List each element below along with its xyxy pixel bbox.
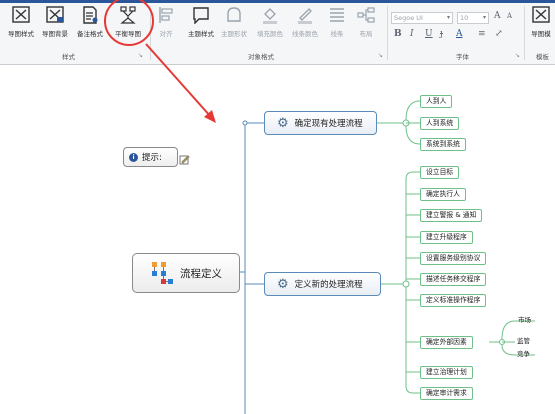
subtopic[interactable]: 描述任务移交程序 [420,273,487,286]
align-icon [159,7,173,23]
line-color-button[interactable]: 线条颜色 [289,6,321,46]
topic-shape-button[interactable]: 主题形状 [218,6,250,46]
subtopic[interactable]: 确定执行人 [420,188,466,201]
line-button[interactable]: 线条 [325,6,349,46]
map-background-label: 导图背景 [42,30,68,38]
topic-shape-icon [227,7,241,22]
map-template-icon [532,6,550,23]
shrink-font-button[interactable]: A [507,12,512,20]
subtopic[interactable]: 人到人 [420,95,453,108]
subtopic[interactable]: 设立目标 [420,166,460,179]
subtopic[interactable]: 设置服务级别协议 [420,252,487,265]
object-format-group-launcher-icon[interactable]: ↘ [378,52,383,59]
topic-style-label: 主题样式 [188,30,214,38]
note-format-label: 备注格式 [77,30,103,38]
leaf-topic[interactable]: 竞争 [517,348,530,358]
ribbon-accent-bar [0,0,555,3]
line-weight-icon [330,8,344,22]
group-label-style: 样式 [62,53,75,61]
leaf-topic[interactable]: 市场 [518,314,531,324]
fill-color-label: 填充颜色 [257,30,283,38]
underline-button[interactable]: U [425,29,433,39]
layout-icon [357,7,375,23]
map-background-button[interactable]: 导图背景 [40,6,70,46]
line-color-label: 线条颜色 [292,30,318,38]
font-family-value: Segoe UI [394,14,423,22]
font-color-button[interactable]: A [456,29,463,39]
note-format-button[interactable]: 备注格式 [75,6,105,46]
font-size-select[interactable]: 10 ▾ [457,12,489,24]
branch-topic[interactable]: ⚙ 确定现有处理流程 [264,111,377,135]
branch-topic-label: 定义新的处理流程 [294,280,363,290]
group-label-object-format: 对象格式 [248,53,274,61]
chevron-down-icon: ▾ [482,14,486,21]
tip-label: 提示: [142,153,162,163]
central-topic-label: 流程定义 [180,267,222,280]
italic-button[interactable]: I [410,29,414,39]
align-label: 对齐 [159,30,173,38]
layout-button[interactable]: 布局 [354,6,378,46]
grow-font-button[interactable]: A [494,11,501,21]
map-background-icon [46,6,64,23]
org-chart-icon [152,262,173,284]
tip-callout[interactable]: i 提示: [123,147,178,167]
font-family-select[interactable]: Segoe UI ▾ [391,12,453,24]
text-direction-button[interactable]: ⤢ [495,29,503,39]
topic-shape-label: 主题形状 [221,30,247,38]
paint-bucket-icon [263,8,277,24]
highlight-circle [104,0,154,46]
topic-style-icon [193,7,209,24]
line-label: 线条 [330,30,344,38]
map-style-icon [12,6,30,23]
ribbon-toolbar: 导图样式 导图背景 备注格式 平衡导图 样式 ↘ 对齐 主题样式 主题形状 填充… [0,0,555,65]
align-text-button[interactable]: ≡ [478,29,486,39]
info-icon: i [129,152,138,162]
layout-label: 布局 [359,30,373,38]
style-group-launcher-icon[interactable]: ↘ [138,52,143,59]
group-separator [524,6,525,60]
chevron-down-icon: ▾ [446,14,450,21]
subtopic[interactable]: 人到系统 [420,117,460,130]
font-group-launcher-icon[interactable]: ↘ [515,52,520,59]
leaf-topic[interactable]: 监管 [517,335,530,345]
group-label-font: 字体 [456,53,469,61]
map-style-label: 导图样式 [8,30,34,38]
group-separator [387,6,388,60]
topic-style-button[interactable]: 主题样式 [184,6,218,46]
note-edit-icon[interactable] [179,154,190,165]
map-template-button[interactable]: 导图模 [527,6,555,46]
mind-map-canvas[interactable]: i 提示: 流程定义 ⚙ 确定现有处理流程 ⚙ 定义新的处理流程 人到人 人到系… [0,65,555,414]
gear-icon: ⚙ [277,115,289,131]
align-button[interactable]: 对齐 [153,6,179,46]
subtopic[interactable]: 建立警报 & 通知 [420,209,483,222]
branch-topic-label: 确定现有处理流程 [294,119,363,129]
font-size-value: 10 [460,14,469,22]
branch-topic[interactable]: ⚙ 定义新的处理流程 [264,272,381,296]
subtopic[interactable]: 定义标准操作程序 [420,294,487,307]
map-style-button[interactable]: 导图样式 [6,6,36,46]
pen-icon [298,8,312,24]
note-format-icon [83,6,98,24]
subtopic[interactable]: 建立治理计划 [420,366,473,379]
group-label-template: 模板 [536,53,549,61]
subtopic[interactable]: 建立升级程序 [420,231,473,244]
subtopic[interactable]: 确定审计需求 [420,387,473,400]
gear-icon: ⚙ [277,276,289,292]
central-topic[interactable]: 流程定义 [132,253,240,293]
bold-button[interactable]: B [394,29,402,39]
fill-color-button[interactable]: 填充颜色 [254,6,286,46]
subtopic[interactable]: 确定外部因素 [420,336,473,349]
map-template-label: 导图模 [531,30,551,38]
strikethrough-button[interactable]: ɟ [440,29,443,39]
subtopic[interactable]: 系统到系统 [420,138,466,151]
